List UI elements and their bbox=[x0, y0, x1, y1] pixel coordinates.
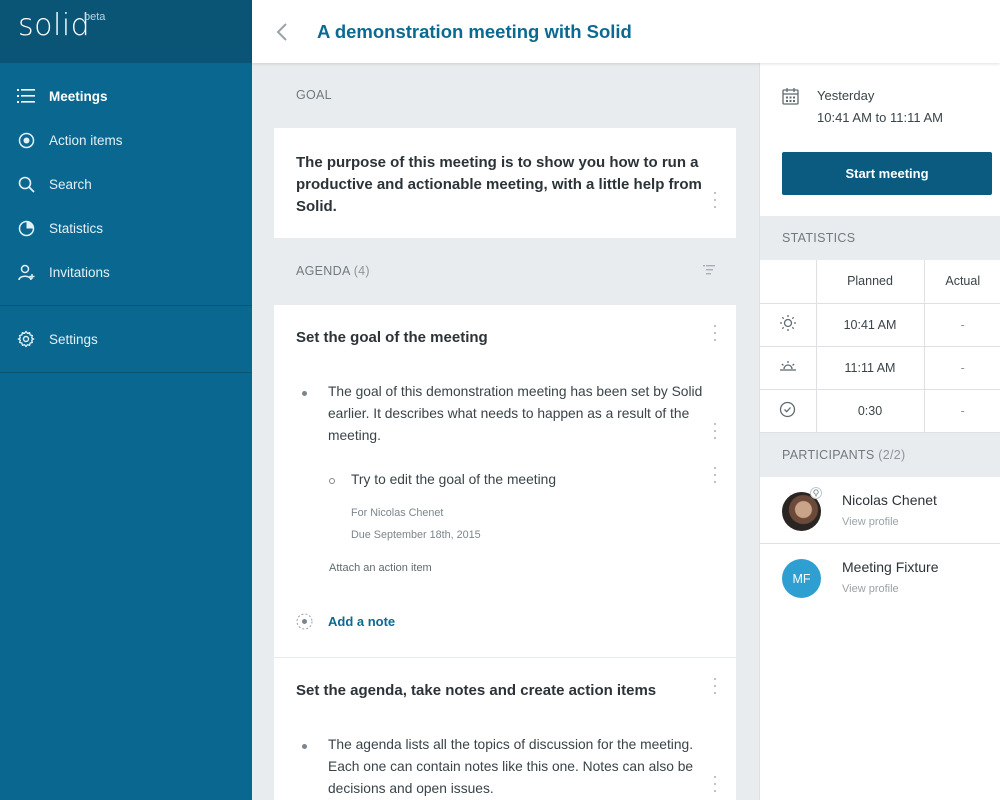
search-icon bbox=[17, 175, 35, 193]
back-button[interactable] bbox=[269, 19, 295, 45]
add-user-icon bbox=[17, 263, 35, 281]
sidebar: solid beta Meetings Action items Search bbox=[0, 0, 252, 800]
agenda-item-menu-icon[interactable] bbox=[710, 325, 720, 341]
brand-bar: solid beta bbox=[0, 0, 252, 63]
calendar-icon bbox=[782, 88, 799, 105]
lightbulb-icon bbox=[810, 487, 822, 499]
avatar: MF bbox=[782, 559, 821, 598]
page-title: A demonstration meeting with Solid bbox=[317, 20, 632, 42]
table-row: 10:41 AM - bbox=[760, 303, 1000, 347]
sunset-icon bbox=[760, 346, 817, 390]
pie-chart-icon bbox=[17, 219, 35, 237]
meeting-time: 10:41 AM to 11:11 AM bbox=[817, 110, 943, 125]
add-note-button[interactable]: Add a note bbox=[296, 613, 395, 630]
sidebar-item-search[interactable]: Search bbox=[0, 162, 252, 206]
note-menu-icon[interactable] bbox=[710, 423, 720, 439]
list-icon bbox=[17, 87, 35, 105]
sidebar-item-label: Invitations bbox=[49, 264, 110, 280]
table-header-cell: Planned bbox=[816, 260, 925, 304]
sidebar-item-settings[interactable]: Settings bbox=[0, 317, 252, 361]
sidebar-item-label: Statistics bbox=[49, 220, 104, 236]
agenda-item-title[interactable]: Set the agenda, take notes and create ac… bbox=[296, 682, 656, 699]
logo[interactable]: solid bbox=[18, 8, 90, 43]
meeting-day: Yesterday bbox=[817, 88, 875, 103]
actual-start: - bbox=[924, 303, 1000, 347]
table-row: 0:30 - bbox=[760, 389, 1000, 433]
table-header-row: Planned Actual bbox=[760, 260, 1000, 304]
participant-item[interactable]: MF Meeting Fixture View profile bbox=[760, 544, 1000, 611]
agenda-item-menu-icon[interactable] bbox=[710, 678, 720, 694]
target-icon bbox=[17, 131, 35, 149]
goal-text[interactable]: The purpose of this meeting is to show y… bbox=[296, 152, 706, 218]
action-item-text[interactable]: Try to edit the goal of the meeting bbox=[351, 472, 556, 487]
action-item-due-date: Due September 18th, 2015 bbox=[351, 529, 481, 541]
table-row: 11:11 AM - bbox=[760, 346, 1000, 390]
table-header-cell bbox=[760, 260, 817, 304]
sidebar-item-label: Search bbox=[49, 176, 92, 192]
table-header-cell: Actual bbox=[924, 260, 1000, 304]
sunrise-icon bbox=[760, 303, 817, 347]
agenda-count: (4) bbox=[353, 264, 370, 278]
participants-label: PARTICIPANTS bbox=[782, 448, 875, 462]
goal-menu-icon[interactable] bbox=[710, 192, 720, 208]
agenda-item[interactable]: Set the agenda, take notes and create ac… bbox=[274, 658, 736, 800]
gear-icon bbox=[17, 330, 35, 348]
start-meeting-button[interactable]: Start meeting bbox=[782, 152, 992, 195]
agenda-item[interactable]: Set the goal of the meeting The goal of … bbox=[274, 305, 736, 657]
meeting-details-panel: Yesterday 10:41 AM to 11:11 AM Start mee… bbox=[759, 63, 1000, 800]
action-bullet-icon bbox=[329, 478, 335, 484]
participant-name: Nicolas Chenet bbox=[842, 492, 937, 508]
note-bullet-icon bbox=[302, 391, 307, 396]
note-text[interactable]: The agenda lists all the topics of discu… bbox=[328, 734, 723, 800]
sidebar-item-label: Action items bbox=[49, 132, 123, 148]
planned-duration: 0:30 bbox=[816, 389, 925, 433]
participant-item[interactable]: Nicolas Chenet View profile bbox=[760, 477, 1000, 544]
sidebar-item-label: Meetings bbox=[49, 88, 108, 104]
beta-tag: beta bbox=[84, 11, 106, 23]
agenda-section-label: AGENDA (4) bbox=[252, 238, 759, 304]
view-profile-link[interactable]: View profile bbox=[842, 516, 899, 528]
chevron-left-icon bbox=[276, 22, 287, 41]
goal-section-label: GOAL bbox=[296, 88, 332, 102]
sidebar-settings-group: Settings bbox=[0, 306, 252, 372]
clock-icon bbox=[760, 389, 817, 433]
action-item-menu-icon[interactable] bbox=[710, 467, 720, 483]
participants-section-label: PARTICIPANTS (2/2) bbox=[760, 433, 1000, 477]
participant-name: Meeting Fixture bbox=[842, 559, 939, 575]
sidebar-item-meetings[interactable]: Meetings bbox=[0, 74, 252, 118]
goal-card[interactable]: The purpose of this meeting is to show y… bbox=[274, 128, 736, 238]
statistics-table: Planned Actual 10:41 AM - 11:11 AM - 0:3… bbox=[760, 260, 1000, 433]
header-bar: A demonstration meeting with Solid bbox=[252, 0, 1000, 63]
agenda-label: AGENDA bbox=[296, 264, 350, 278]
sidebar-divider bbox=[0, 372, 252, 373]
sidebar-item-action-items[interactable]: Action items bbox=[0, 118, 252, 162]
statistics-section-label: STATISTICS bbox=[760, 216, 1000, 260]
view-profile-link[interactable]: View profile bbox=[842, 583, 899, 595]
participants-count: (2/2) bbox=[878, 448, 906, 462]
sidebar-item-statistics[interactable]: Statistics bbox=[0, 206, 252, 250]
meeting-schedule: Yesterday 10:41 AM to 11:11 AM bbox=[817, 85, 943, 129]
sidebar-nav: Meetings Action items Search Statistics … bbox=[0, 63, 252, 294]
sidebar-item-label: Settings bbox=[49, 331, 98, 347]
agenda-item-title[interactable]: Set the goal of the meeting bbox=[296, 329, 488, 346]
meeting-content: GOAL The purpose of this meeting is to s… bbox=[252, 63, 759, 800]
note-menu-icon[interactable] bbox=[710, 776, 720, 792]
actual-duration: - bbox=[924, 389, 1000, 433]
note-bullet-icon bbox=[302, 744, 307, 749]
action-item-assignee: For Nicolas Chenet bbox=[351, 507, 444, 519]
add-note-label: Add a note bbox=[328, 614, 396, 629]
planned-end: 11:11 AM bbox=[816, 346, 925, 390]
add-note-icon bbox=[296, 613, 313, 630]
actual-end: - bbox=[924, 346, 1000, 390]
planned-start: 10:41 AM bbox=[816, 303, 925, 347]
sidebar-item-invitations[interactable]: Invitations bbox=[0, 250, 252, 294]
note-text[interactable]: The goal of this demonstration meeting h… bbox=[328, 381, 723, 447]
reorder-icon[interactable] bbox=[703, 265, 715, 275]
attach-action-item-link[interactable]: Attach an action item bbox=[329, 562, 432, 574]
